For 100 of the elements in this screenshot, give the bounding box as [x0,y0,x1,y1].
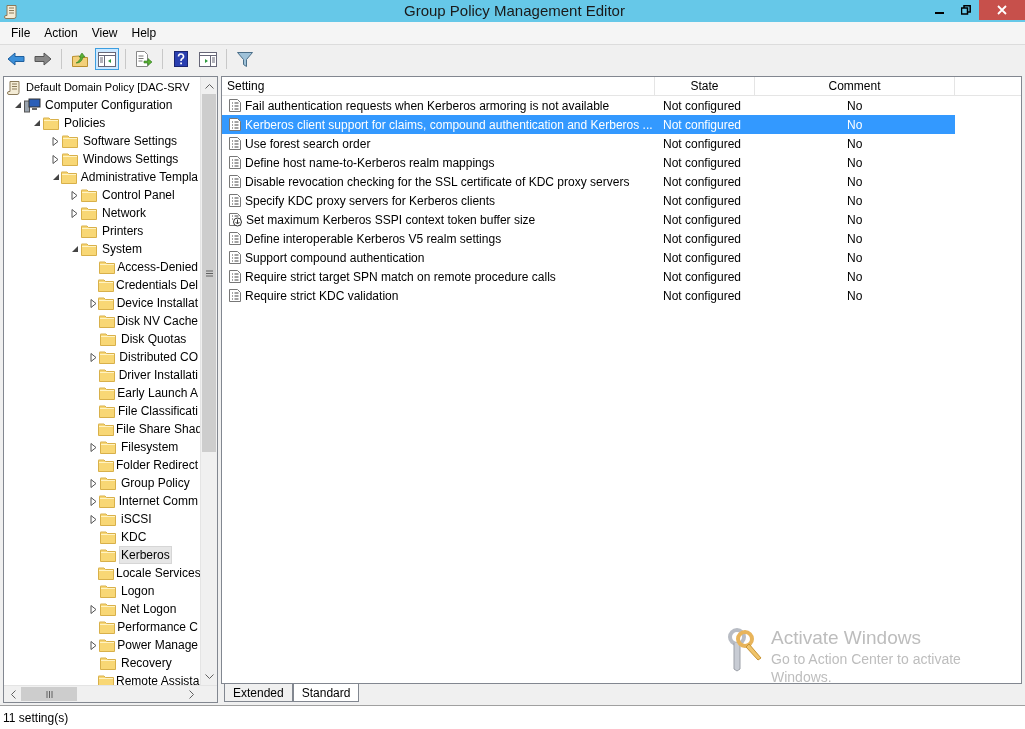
tree-item[interactable]: Power Manage [115,636,200,654]
tree-item[interactable]: Software Settings [81,132,180,150]
tree-item[interactable]: Credentials Del [114,276,200,294]
setting-name: Define host name-to-Kerberos realm mappings [245,154,495,172]
state-text: Not configured [663,174,742,189]
tree-item[interactable]: Kerberos [119,546,172,564]
tree-item[interactable]: Recovery [119,654,174,672]
menu-item[interactable]: Action [37,24,85,42]
expanded-arrow-icon[interactable] [52,173,60,181]
table-row[interactable]: Specify KDC proxy servers for Kerberos clients Not configured No [222,191,955,210]
state-text: Not configured [663,136,742,151]
tree-item[interactable]: System [100,240,144,258]
tree-item[interactable]: Disk Quotas [119,330,189,348]
column-header[interactable]: Comment [755,77,955,95]
folder-icon [61,170,78,184]
scroll-down-icon[interactable] [204,673,214,680]
tree-item[interactable]: Early Launch A [115,384,200,402]
table-row[interactable]: Require strict KDC validation Not configured No [222,286,955,305]
tree-item[interactable]: Distributed CO [117,348,200,366]
tree-item[interactable]: Disk NV Cache [114,312,200,330]
table-row[interactable]: Fail authentication requests when Kerberos armoring is not available Not configured No [222,96,955,115]
collapsed-arrow-icon[interactable] [90,604,97,614]
scroll-right-icon[interactable] [188,689,195,699]
collapsed-arrow-icon[interactable] [71,190,78,200]
menu-item[interactable]: View [84,24,125,42]
tree-item[interactable]: File Classificati [116,402,200,420]
tree-item[interactable]: Filesystem [119,438,181,456]
tree-item[interactable]: Default Domain Policy [DAC-SRV [24,78,192,96]
tree-item[interactable]: Policies [62,114,108,132]
column-header[interactable]: State [655,77,755,95]
policy-icon [228,231,242,246]
tree-item[interactable]: Logon [119,582,157,600]
tree-item[interactable]: Access-Denied [115,258,200,276]
expanded-arrow-icon[interactable] [33,119,41,127]
folder-icon [98,260,115,274]
collapsed-arrow-icon[interactable] [52,154,59,164]
tree-pane-button[interactable] [95,48,119,70]
close-button[interactable] [979,0,1025,20]
collapsed-arrow-icon[interactable] [90,496,97,506]
folder-icon [100,548,116,562]
table-row[interactable]: Use forest search order Not configured No [222,134,955,153]
collapsed-arrow-icon[interactable] [71,208,78,218]
status-text: 11 setting(s) [2,709,69,727]
folder-icon [98,278,114,292]
table-row[interactable]: Require strict target SPN match on remote procedure calls Not configured No [222,267,955,286]
comment-text: No [847,250,863,265]
menu-item[interactable]: Help [124,24,164,42]
collapsed-arrow-icon[interactable] [90,298,97,308]
view-tab[interactable]: Extended [224,684,293,702]
horizontal-scrollbar[interactable] [4,685,217,702]
scroll-up-icon[interactable] [204,82,214,89]
tree-item[interactable]: Folder Redirect [114,456,200,474]
state-text: Not configured [663,212,742,227]
expanded-arrow-icon[interactable] [71,245,79,253]
tree-item[interactable]: Net Logon [119,600,179,618]
tree-item[interactable]: Driver Installati [116,366,200,384]
tree-item[interactable]: Windows Settings [81,150,181,168]
state-text: Not configured [663,231,742,246]
table-row[interactable]: Support compound authentication Not configured No [222,248,955,267]
collapsed-arrow-icon[interactable] [90,442,97,452]
tree-item[interactable]: Locale Services [114,564,200,582]
tree-item[interactable]: Performance C [115,618,200,636]
view-tab[interactable]: Standard [292,684,360,702]
activation-message: Go to Action Center to activate [771,650,961,669]
tree-item[interactable]: Remote Assista [114,672,200,685]
table-row[interactable]: Define host name-to-Kerberos realm mappings Not configured No [222,153,955,172]
column-header[interactable]: Setting [222,77,655,95]
folder-icon [81,188,97,202]
table-row[interactable]: Disable revocation checking for the SSL certificate of KDC proxy servers Not configured No [222,172,955,191]
tree-item[interactable]: Control Panel [100,186,177,204]
setting-name: Set maximum Kerberos SSPI context token buffer size [246,211,536,229]
menu-item[interactable]: File [4,24,38,42]
collapsed-arrow-icon[interactable] [90,514,97,524]
collapsed-arrow-icon[interactable] [90,352,97,362]
tree-item[interactable]: Administrative Templa [78,168,200,186]
table-row[interactable]: Set maximum Kerberos SSPI context token buffer size Not configured No [222,210,955,229]
tree-item[interactable]: Device Installat [114,294,200,312]
comment-text: No [847,155,863,170]
tree-item[interactable]: Computer Configuration [43,96,175,114]
policy-icon [228,250,242,265]
scroll-left-icon[interactable] [9,689,16,699]
state-text: Not configured [663,117,742,132]
tree-item[interactable]: Network [100,204,148,222]
expanded-arrow-icon[interactable] [14,101,22,109]
folder-icon [81,206,97,220]
collapsed-arrow-icon[interactable] [90,478,97,488]
collapsed-arrow-icon[interactable] [52,136,59,146]
policy-scroll-icon [7,79,21,95]
tree-item[interactable]: Internet Comm [116,492,200,510]
vertical-scrollbar[interactable] [200,77,217,685]
folder-icon [98,674,114,685]
policy-icon [228,136,242,151]
setting-name: Support compound authentication [245,249,425,267]
state-text: Not configured [663,288,742,303]
tree-item[interactable]: KDC [119,528,149,546]
tree-item[interactable]: Printers [100,222,146,240]
tree-item[interactable]: Group Policy [119,474,192,492]
tree-item[interactable]: iSCSI [119,510,154,528]
collapsed-arrow-icon[interactable] [90,640,97,650]
table-row[interactable]: Define interoperable Kerberos V5 realm settings Not configured No [222,229,955,248]
